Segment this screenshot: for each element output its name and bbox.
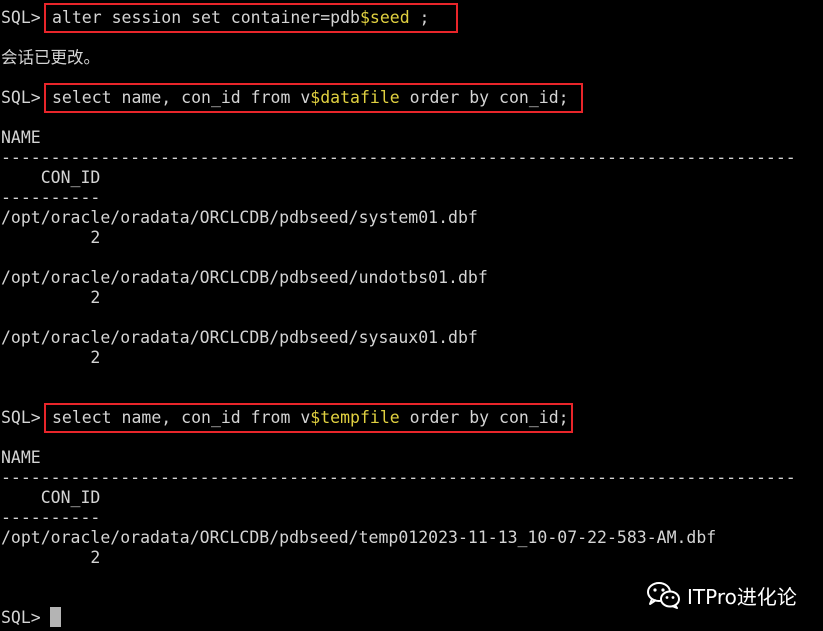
- column-header-con-id: CON_ID: [1, 168, 101, 187]
- status-message: 会话已更改。: [1, 48, 100, 67]
- column-rule: ----------------------------------------…: [1, 148, 796, 167]
- result-row-name: /opt/oracle/oradata/ORCLCDB/pdbseed/sysa…: [1, 328, 478, 347]
- command-highlight-box: alter session set container=pdb$seed ;: [44, 3, 458, 33]
- prompt: SQL>: [1, 88, 41, 107]
- text-cursor[interactable]: [50, 607, 61, 627]
- watermark-text: ITPro进化论: [687, 584, 797, 609]
- column-rule: ----------: [1, 188, 101, 207]
- wechat-icon: [647, 582, 680, 609]
- result-row-con-id: 2: [1, 348, 101, 367]
- column-header-name: NAME: [1, 448, 41, 467]
- column-rule: ----------: [1, 508, 101, 527]
- sql-command: select name, con_id from v$tempfile orde…: [52, 408, 569, 427]
- result-row-con-id: 2: [1, 288, 101, 307]
- result-row-con-id: 2: [1, 228, 101, 247]
- prompt: SQL>: [1, 408, 41, 427]
- command-highlight-box: select name, con_id from v$tempfile orde…: [44, 403, 573, 433]
- watermark: ITPro进化论: [647, 580, 797, 610]
- column-rule: ----------------------------------------…: [1, 468, 796, 487]
- result-row-name: /opt/oracle/oradata/ORCLCDB/pdbseed/temp…: [1, 528, 717, 547]
- column-header-con-id: CON_ID: [1, 488, 101, 507]
- result-row-con-id: 2: [1, 548, 101, 567]
- column-header-name: NAME: [1, 128, 41, 147]
- prompt: SQL>: [1, 8, 41, 27]
- result-row-name: /opt/oracle/oradata/ORCLCDB/pdbseed/syst…: [1, 208, 478, 227]
- command-highlight-box: select name, con_id from v$datafile orde…: [44, 83, 583, 113]
- result-row-name: /opt/oracle/oradata/ORCLCDB/pdbseed/undo…: [1, 268, 488, 287]
- prompt: SQL>: [1, 608, 41, 627]
- sql-command: alter session set container=pdb$seed ;: [52, 8, 430, 27]
- sql-command: select name, con_id from v$datafile orde…: [52, 88, 569, 107]
